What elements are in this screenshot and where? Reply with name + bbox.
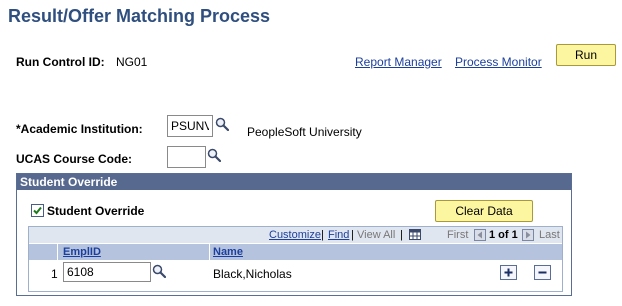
plus-icon	[504, 268, 513, 277]
process-monitor-link[interactable]: Process Monitor	[455, 55, 542, 69]
delete-row-button[interactable]	[534, 265, 551, 280]
page-info: 1 of 1	[489, 229, 518, 241]
nav-separator: |	[400, 229, 403, 241]
institution-input[interactable]	[167, 115, 213, 137]
column-header-name[interactable]: Name	[213, 244, 243, 260]
grid-navigation-bar: Customize | Find | View All | First 1 of…	[29, 227, 562, 243]
arrow-left-icon[interactable]	[474, 229, 486, 241]
student-override-section: Student Override Student Override Clear …	[16, 173, 572, 296]
view-all-link[interactable]: View All	[357, 227, 395, 243]
student-name: Black,Nicholas	[213, 267, 292, 281]
report-manager-link[interactable]: Report Manager	[355, 55, 442, 69]
emplid-input[interactable]	[63, 262, 151, 282]
institution-label: *Academic Institution:	[16, 122, 143, 136]
arrow-right-icon[interactable]	[522, 229, 534, 241]
add-row-button[interactable]	[500, 265, 517, 280]
emplid-lookup-icon[interactable]	[152, 264, 166, 278]
grid-header-row: EmplID Name	[29, 244, 562, 260]
student-override-checkbox[interactable]	[31, 204, 44, 217]
customize-link[interactable]: Customize	[269, 227, 321, 243]
column-header-emplid[interactable]: EmplID	[63, 244, 101, 260]
override-grid: Customize | Find | View All | First 1 of…	[28, 226, 563, 292]
run-control-value: NG01	[116, 55, 148, 69]
ucas-input[interactable]	[167, 146, 206, 168]
first-link[interactable]: First	[447, 227, 468, 243]
section-header: Student Override	[17, 174, 571, 190]
ucas-lookup-icon[interactable]	[207, 148, 221, 162]
grid-icon[interactable]	[409, 229, 421, 240]
clear-data-button[interactable]: Clear Data	[435, 200, 533, 222]
institution-lookup-icon[interactable]	[215, 117, 229, 131]
ucas-label: UCAS Course Code:	[16, 152, 133, 166]
student-override-checkbox-label: Student Override	[47, 204, 145, 218]
nav-separator: |	[351, 229, 354, 241]
find-link[interactable]: Find	[328, 227, 349, 243]
institution-description: PeopleSoft University	[247, 125, 362, 139]
last-link[interactable]: Last	[539, 227, 560, 243]
minus-icon	[538, 271, 547, 274]
nav-separator: |	[321, 229, 324, 241]
table-row: 1 Black,Nicholas	[29, 260, 562, 288]
run-control-label: Run Control ID:	[16, 55, 105, 69]
row-number: 1	[51, 267, 58, 281]
checkmark-icon	[33, 206, 42, 215]
page-title: Result/Offer Matching Process	[8, 6, 271, 26]
run-button[interactable]: Run	[556, 44, 616, 66]
